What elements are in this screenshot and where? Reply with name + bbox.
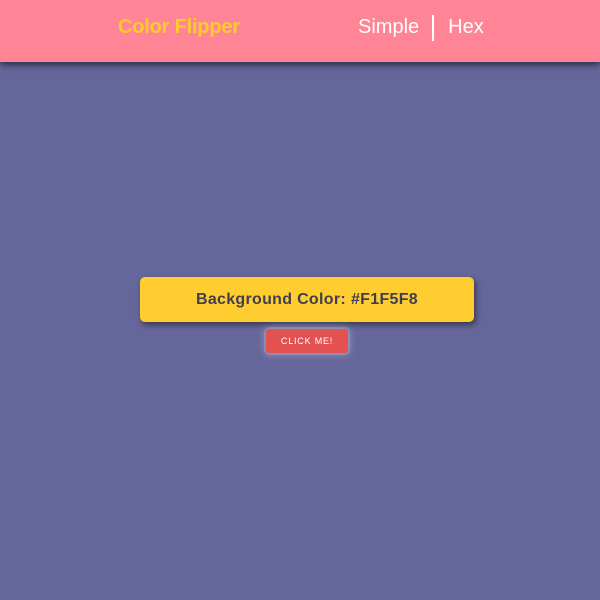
nav-links: Simple Hex	[358, 0, 484, 55]
color-label: Background Color:	[195, 290, 346, 308]
color-display-box: Background Color: #F1F5F8	[140, 277, 474, 323]
nav-divider	[432, 14, 435, 41]
brand-title[interactable]: Color Flipper	[118, 0, 240, 62]
main-container: Background Color: #F1F5F8 CLICK ME!	[0, 0, 600, 600]
click-me-button[interactable]: CLICK ME!	[266, 329, 348, 353]
navbar: Color Flipper Simple Hex	[0, 0, 600, 62]
color-value: #F1F5F8	[350, 290, 418, 308]
nav-link-hex[interactable]: Hex	[448, 16, 484, 39]
nav-link-simple[interactable]: Simple	[358, 16, 419, 39]
